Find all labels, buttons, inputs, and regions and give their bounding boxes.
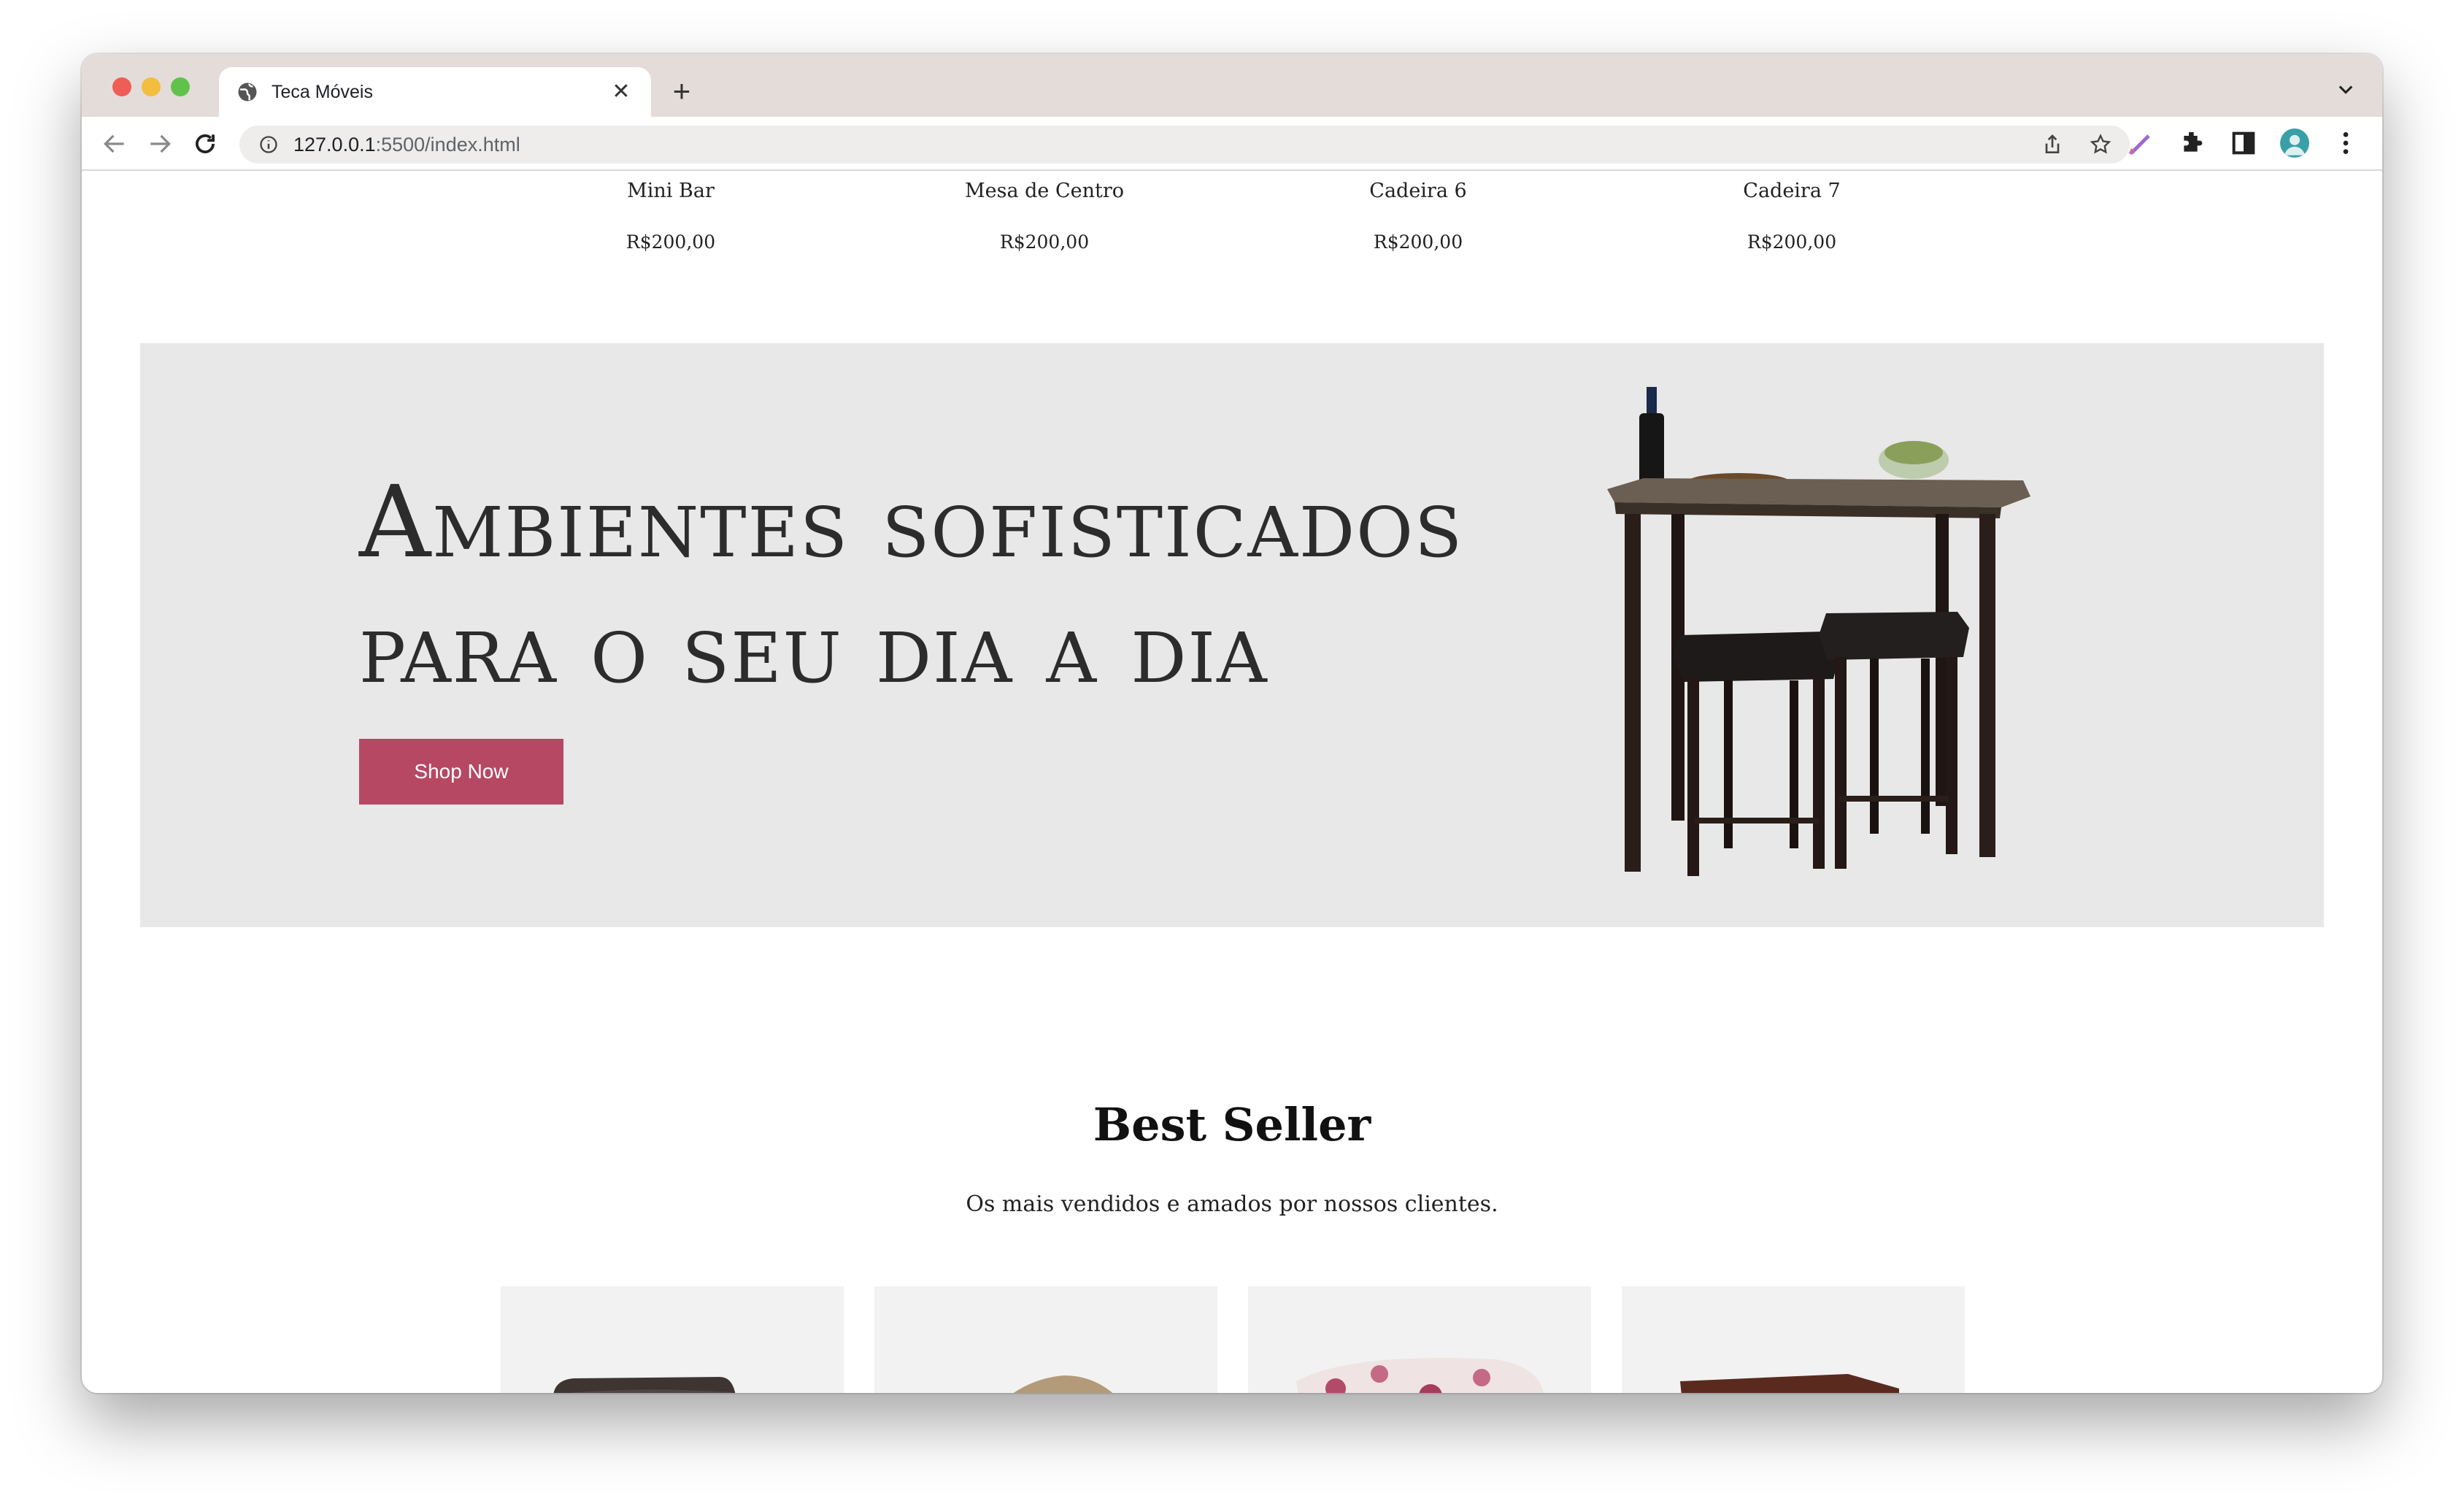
url-host: 127.0.0.1 <box>293 133 376 156</box>
banner-headline: Ambientes sofisticados para o seu dia a … <box>359 460 1600 711</box>
product-name: Mesa de Centro <box>964 180 1125 202</box>
url-text[interactable]: 127.0.0.1:5500/index.html <box>293 134 520 156</box>
info-icon[interactable] <box>258 134 279 155</box>
bookmark-star-icon[interactable] <box>2089 133 2112 156</box>
best-seller-card[interactable] <box>1622 1286 1965 1393</box>
new-tab-button[interactable]: + <box>666 76 698 107</box>
product-name: Cadeira 6 <box>1369 180 1467 202</box>
profile-avatar[interactable] <box>2280 128 2309 158</box>
banner-headline-line-1: Ambientes sofisticados <box>359 465 1464 580</box>
chair-image <box>553 1377 736 1393</box>
maximize-window-button[interactable] <box>171 77 190 96</box>
share-icon[interactable] <box>2041 133 2064 156</box>
reload-icon[interactable] <box>191 130 219 158</box>
url-path: :5500/index.html <box>375 133 520 156</box>
tab-strip: Teca Móveis ✕ + <box>82 54 2382 117</box>
product-card[interactable]: Mesa de Centro R$200,00 <box>873 172 1216 257</box>
shop-now-button[interactable]: Shop Now <box>359 739 563 805</box>
best-seller-card[interactable] <box>501 1286 844 1393</box>
banner-headline-line-2: para o seu dia a dia <box>359 591 1268 706</box>
product-price: R$200,00 <box>625 231 716 253</box>
tab-active[interactable]: Teca Móveis ✕ <box>219 67 651 117</box>
product-price: R$200,00 <box>999 231 1090 253</box>
page-viewport: Mini Bar R$200,00 Mesa de Centro R$200,0… <box>82 172 2382 1393</box>
wicker-chair-image <box>1013 1375 1113 1393</box>
best-seller-title: Best Seller <box>1093 1098 1371 1151</box>
product-price: R$200,00 <box>1747 231 1837 253</box>
close-window-button[interactable] <box>112 77 131 96</box>
best-seller-subtitle: Os mais vendidos e amados por nossos cli… <box>966 1191 1498 1217</box>
product-name: Mini Bar <box>627 180 715 202</box>
pen-extension-icon[interactable] <box>2127 128 2156 158</box>
best-seller-card[interactable] <box>874 1286 1217 1393</box>
product-row: Mini Bar R$200,00 Mesa de Centro R$200,0… <box>82 172 2382 318</box>
puzzle-extensions-icon[interactable] <box>2178 128 2207 158</box>
cabinet-image <box>1680 1374 1899 1393</box>
kebab-menu-icon[interactable] <box>2331 128 2360 158</box>
side-panel-icon[interactable] <box>2229 128 2258 158</box>
back-arrow-icon[interactable] <box>101 130 128 158</box>
browser-window: Teca Móveis ✕ + 127.0.0.1:5500/index.htm… <box>82 54 2382 1393</box>
product-name: Cadeira 7 <box>1743 180 1841 202</box>
forward-arrow-icon[interactable] <box>146 130 174 158</box>
bar-table-image <box>1607 387 2030 876</box>
product-card[interactable]: Cadeira 6 R$200,00 <box>1247 172 1590 257</box>
best-seller-card[interactable] <box>1248 1286 1591 1393</box>
address-bar[interactable]: 127.0.0.1:5500/index.html <box>239 126 2130 164</box>
product-card[interactable]: Cadeira 7 R$200,00 <box>1620 172 1963 257</box>
globe-icon <box>238 82 257 101</box>
product-price: R$200,00 <box>1373 231 1463 253</box>
tab-title: Teca Móveis <box>272 81 373 102</box>
product-card[interactable]: Mini Bar R$200,00 <box>499 172 842 257</box>
profile-person-icon <box>2284 134 2306 156</box>
chevron-down-icon[interactable] <box>2336 79 2356 99</box>
tab-close-icon[interactable]: ✕ <box>609 81 634 103</box>
browser-toolbar: 127.0.0.1:5500/index.html <box>82 117 2382 171</box>
floral-ottoman-image <box>1296 1358 1544 1393</box>
hero-banner: Ambientes sofisticados para o seu dia a … <box>140 343 2324 927</box>
minimize-window-button[interactable] <box>142 77 161 96</box>
